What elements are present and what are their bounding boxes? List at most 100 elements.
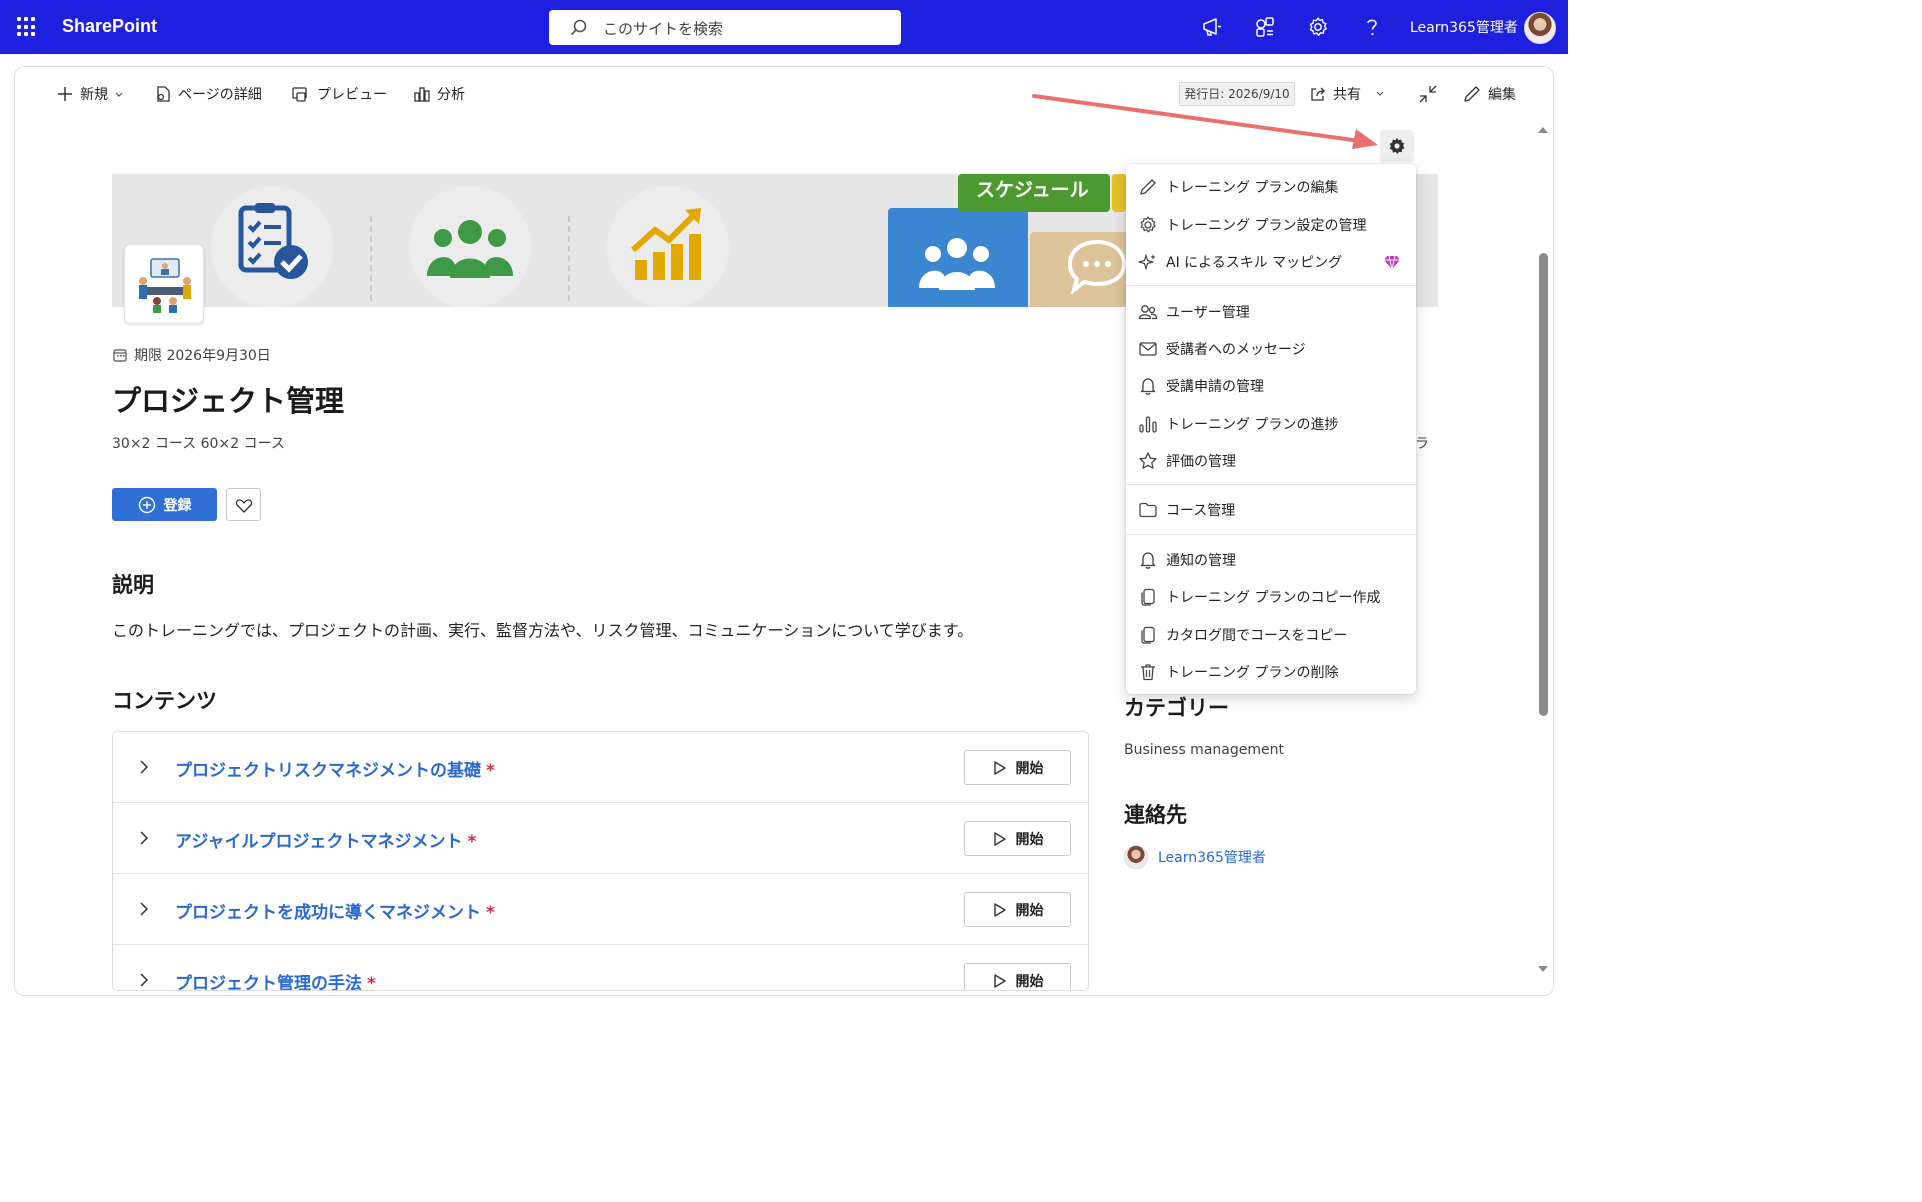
required-marker: * <box>486 903 495 923</box>
chevron-right-icon[interactable] <box>137 759 151 775</box>
content-item-title[interactable]: アジャイルプロジェクトマネジメント * <box>175 827 476 852</box>
collapse-button[interactable] <box>1418 84 1438 104</box>
start-button[interactable]: 開始 <box>964 963 1071 990</box>
bell-icon <box>1140 552 1156 569</box>
page-title: プロジェクト管理 <box>112 384 345 418</box>
menu-item-plan-progress[interactable]: トレーニング プランの進捗 <box>1126 406 1416 440</box>
start-button[interactable]: 開始 <box>964 892 1071 927</box>
content-item-title[interactable]: プロジェクト管理の手法 * <box>175 969 376 990</box>
user-avatar[interactable] <box>1524 12 1556 44</box>
chevron-right-icon[interactable] <box>137 901 151 917</box>
search-placeholder: このサイトを検索 <box>603 20 724 38</box>
analytics-button[interactable]: 分析 <box>413 84 465 104</box>
content-item-title[interactable]: プロジェクトリスクマネジメントの基礎 * <box>175 756 495 781</box>
contact-avatar <box>1124 845 1148 869</box>
menu-item-enrollment-requests[interactable]: 受講申請の管理 <box>1126 368 1416 402</box>
description-heading: 説明 <box>112 573 154 597</box>
settings-icon[interactable] <box>1306 15 1330 39</box>
menu-item-course-management[interactable]: コース管理 <box>1126 492 1416 526</box>
required-marker: * <box>467 832 477 852</box>
chevron-right-icon[interactable] <box>137 830 151 846</box>
content-item: アジャイルプロジェクトマネジメント * 開始 <box>113 803 1088 874</box>
play-icon <box>993 902 1006 917</box>
chat-block <box>1030 232 1140 307</box>
content-item: プロジェクトリスクマネジメントの基礎 * 開始 <box>113 732 1088 803</box>
scroll-down-icon[interactable] <box>1536 964 1550 974</box>
megaphone-icon[interactable] <box>1200 15 1224 39</box>
contact-person[interactable]: Learn365管理者 <box>1124 845 1266 869</box>
chat-bubble-icon <box>1067 239 1127 294</box>
deadline: 期限 2026年9月30日 <box>112 345 271 365</box>
search-icon <box>569 18 589 42</box>
heart-icon <box>235 499 253 513</box>
search-box[interactable]: このサイトを検索 <box>549 10 901 45</box>
deadline-text: 期限 2026年9月30日 <box>134 348 271 364</box>
user-name[interactable]: Learn365管理者 <box>1410 17 1518 37</box>
analytics-label: 分析 <box>437 87 465 103</box>
schedule-block-text: スケジュール <box>976 179 1089 201</box>
start-label: 開始 <box>1015 973 1044 990</box>
preview-button[interactable]: プレビュー <box>291 84 387 104</box>
menu-item-ai-skill-mapping[interactable]: AI によるスキル マッピング <box>1126 244 1416 278</box>
start-button[interactable]: 開始 <box>964 750 1071 785</box>
menu-item-notifications[interactable]: 通知の管理 <box>1126 542 1416 576</box>
content-item: プロジェクトを成功に導くマネジメント * 開始 <box>113 874 1088 945</box>
menu-item-copy-plan[interactable]: トレーニング プランのコピー作成 <box>1126 579 1416 613</box>
trash-icon <box>1141 664 1155 681</box>
play-icon <box>993 973 1006 988</box>
app-name[interactable]: SharePoint <box>62 16 157 37</box>
checklist-circle <box>211 186 333 307</box>
meeting-illustration-icon <box>139 258 191 313</box>
analytics-icon <box>414 87 430 102</box>
menu-item-message-learners[interactable]: 受講者へのメッセージ <box>1126 331 1416 365</box>
menu-item-edit-plan[interactable]: トレーニング プランの編集 <box>1126 169 1416 203</box>
scrollbar-thumb[interactable] <box>1539 253 1548 716</box>
chevron-down-icon <box>115 92 123 97</box>
copy-icon <box>1141 626 1155 644</box>
content-item-title[interactable]: プロジェクトを成功に導くマネジメント * <box>175 898 495 923</box>
users-icon <box>1138 305 1158 320</box>
contact-name: Learn365管理者 <box>1158 850 1266 866</box>
premium-diamond-icon <box>1384 255 1400 270</box>
chevron-right-icon[interactable] <box>137 972 151 988</box>
menu-item-ratings[interactable]: 評価の管理 <box>1126 443 1416 477</box>
app-launcher-icon[interactable] <box>17 17 37 37</box>
menu-item-plan-settings[interactable]: トレーニング プラン設定の管理 <box>1126 207 1416 241</box>
play-icon <box>993 831 1006 846</box>
bar-chart-icon <box>1139 416 1157 433</box>
menu-item-delete-plan[interactable]: トレーニング プランの削除 <box>1126 654 1416 688</box>
contact-heading: 連絡先 <box>1124 803 1187 827</box>
page-settings-menu: トレーニング プランの編集 トレーニング プラン設定の管理 AI によるスキル … <box>1126 164 1416 694</box>
gear-icon <box>1389 138 1405 154</box>
pencil-icon <box>1140 179 1156 195</box>
content-item: プロジェクト管理の手法 * 開始 <box>113 945 1088 990</box>
folder-icon <box>1139 502 1157 518</box>
people-group-icon <box>427 220 513 278</box>
favorite-button[interactable] <box>226 488 261 521</box>
enroll-button[interactable]: 登録 <box>112 488 217 521</box>
suite-bar: SharePoint このサイトを検索 Learn365管理者 <box>0 0 1568 54</box>
edit-button[interactable]: 編集 <box>1462 84 1516 104</box>
page-details-button[interactable]: ページの詳細 <box>154 84 262 104</box>
menu-item-user-management[interactable]: ユーザー管理 <box>1126 294 1416 328</box>
start-label: 開始 <box>1015 760 1044 777</box>
page-settings-gear-button[interactable] <box>1380 130 1414 162</box>
start-label: 開始 <box>1015 831 1044 848</box>
people-block <box>888 208 1028 307</box>
course-subtitle: 30×2 コース 60×2 コース <box>112 436 285 452</box>
growth-circle <box>607 186 729 307</box>
people-icon <box>919 238 995 290</box>
mail-icon <box>1139 342 1157 356</box>
contents-heading: コンテンツ <box>112 689 217 713</box>
preview-label: プレビュー <box>317 87 387 103</box>
scroll-up-icon[interactable] <box>1536 125 1550 135</box>
start-label: 開始 <box>1015 902 1044 919</box>
copy-icon <box>1141 588 1155 606</box>
help-icon[interactable] <box>1360 15 1384 39</box>
menu-item-copy-courses-between-catalogs[interactable]: カタログ間でコースをコピー <box>1126 617 1416 651</box>
apps-icon[interactable] <box>1253 15 1277 39</box>
start-button[interactable]: 開始 <box>964 821 1071 856</box>
play-icon <box>993 760 1006 775</box>
collapse-icon <box>1419 85 1437 103</box>
new-button[interactable]: 新規 <box>56 84 124 104</box>
